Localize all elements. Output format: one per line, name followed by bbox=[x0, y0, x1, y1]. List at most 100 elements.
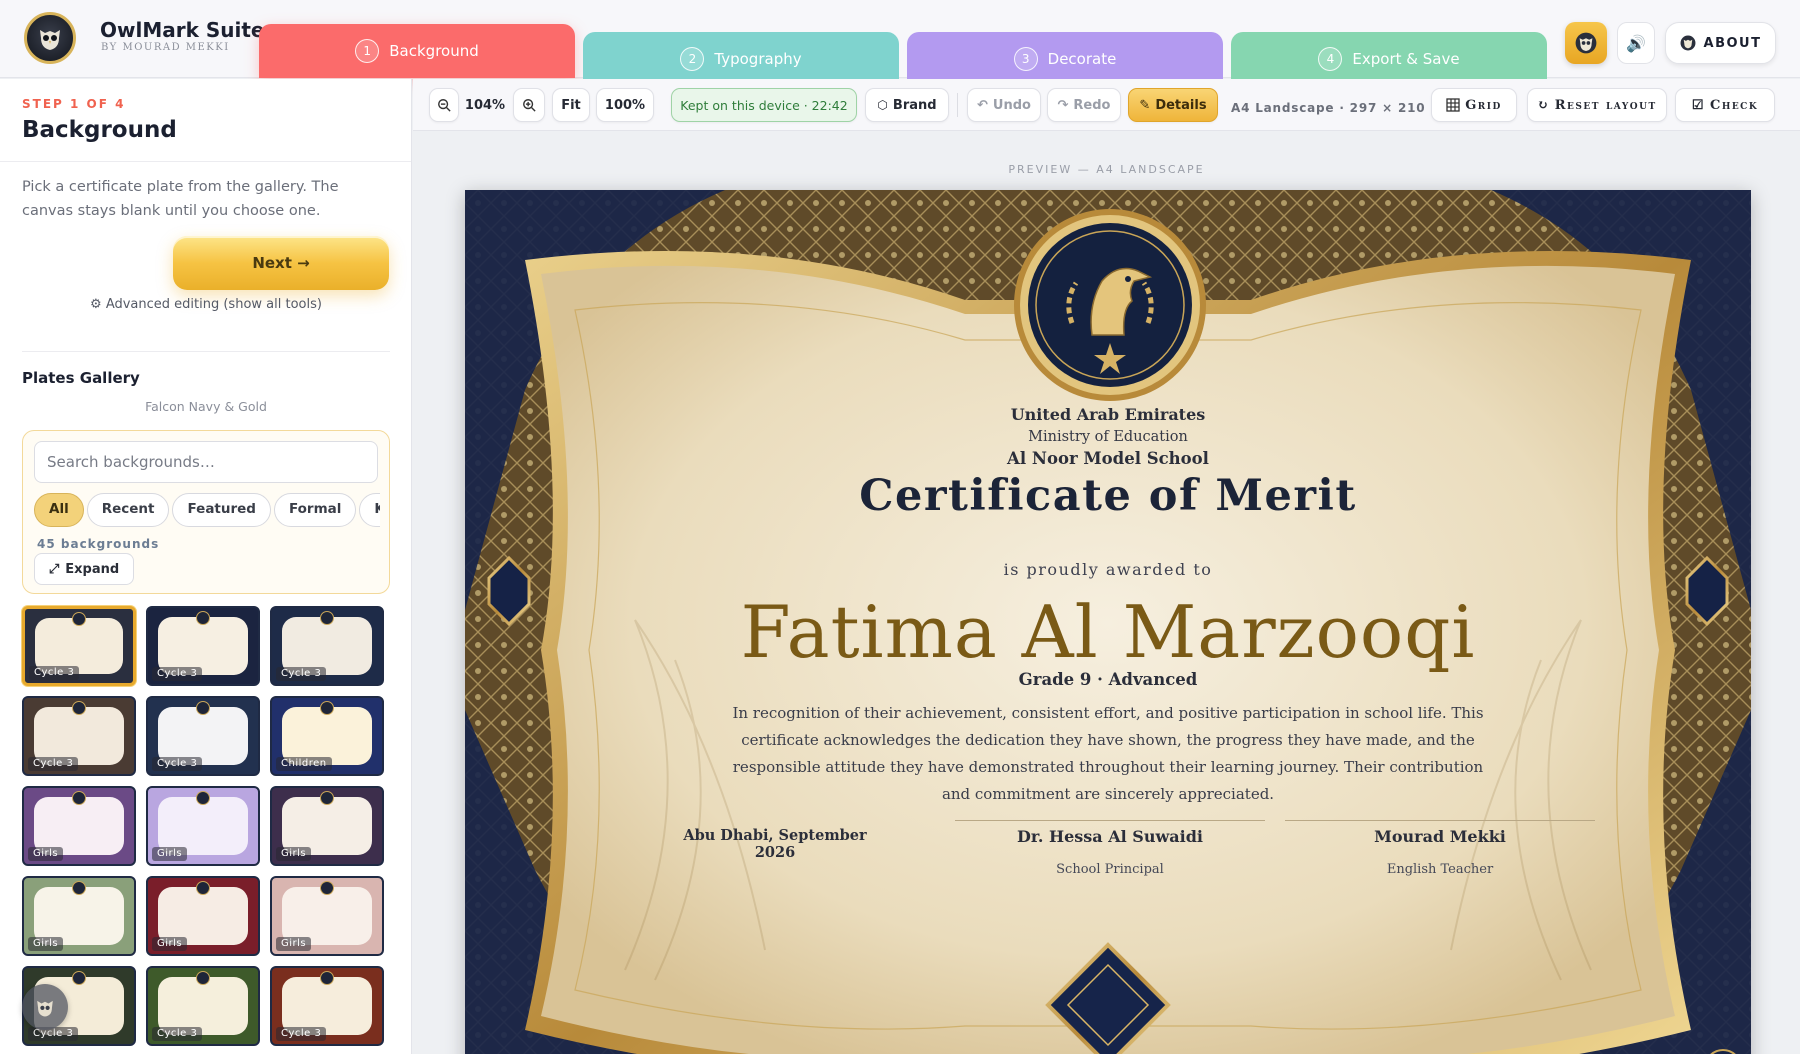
medal-icon bbox=[72, 791, 86, 805]
cert-signatory2-role[interactable]: English Teacher bbox=[1285, 862, 1595, 877]
plate-tag: Cycle 3 bbox=[276, 667, 327, 681]
plate-thumbnail[interactable]: Cycle 3 bbox=[22, 696, 136, 776]
tab-label: Export & Save bbox=[1352, 50, 1460, 68]
tab-typography[interactable]: 2 Typography bbox=[583, 32, 899, 86]
fit-button[interactable]: Fit bbox=[552, 88, 590, 122]
check-label: Check bbox=[1709, 97, 1759, 113]
owl-logo[interactable] bbox=[24, 12, 76, 64]
certificate-canvas[interactable]: United Arab Emirates Ministry of Educati… bbox=[465, 190, 1751, 1054]
next-button[interactable]: Next → bbox=[173, 236, 389, 290]
medal-icon bbox=[196, 971, 210, 985]
shield-icon: ⬡ bbox=[877, 98, 888, 112]
cert-title[interactable]: Certificate of Merit bbox=[465, 471, 1751, 521]
actual-size-button[interactable]: 100% bbox=[596, 88, 654, 122]
filter-chips: AllRecentFeaturedFormalKids bbox=[34, 493, 380, 529]
undo-button[interactable]: ↶ Undo bbox=[967, 88, 1041, 122]
app-byline: BY MOURAD MEKKI bbox=[101, 42, 230, 53]
search-panel: AllRecentFeaturedFormalKids 45 backgroun… bbox=[22, 430, 390, 594]
plate-thumbnail[interactable]: Children bbox=[270, 696, 384, 776]
plate-thumbnail[interactable]: Cycle 3 bbox=[270, 606, 384, 686]
filter-chip-featured[interactable]: Featured bbox=[172, 493, 271, 527]
reset-layout-button[interactable]: ↻ Reset layout bbox=[1527, 88, 1667, 122]
plate-thumbnail[interactable]: Girls bbox=[146, 786, 260, 866]
plate-thumbnail[interactable]: Cycle 3 bbox=[146, 606, 260, 686]
cert-signatory1-role[interactable]: School Principal bbox=[955, 862, 1265, 877]
cert-grade[interactable]: Grade 9 · Advanced bbox=[465, 670, 1751, 689]
plate-tag: Girls bbox=[28, 937, 64, 951]
plate-thumbnail[interactable]: Cycle 3 bbox=[270, 966, 384, 1046]
redo-button[interactable]: ↷ Redo bbox=[1047, 88, 1121, 122]
advanced-editing-link[interactable]: ⚙ Advanced editing (show all tools) bbox=[0, 297, 411, 312]
zoom-out-button[interactable] bbox=[429, 88, 459, 122]
filter-chip-all[interactable]: All bbox=[34, 493, 84, 527]
step-number: 2 bbox=[680, 47, 705, 71]
owl-mascot-button[interactable] bbox=[1565, 22, 1607, 64]
cert-signatory2-name[interactable]: Mourad Mekki bbox=[1285, 827, 1595, 846]
medal-icon bbox=[72, 612, 86, 626]
brand-button[interactable]: ⬡ Brand bbox=[865, 88, 949, 122]
plate-tag: Cycle 3 bbox=[152, 667, 203, 681]
filter-chip-recent[interactable]: Recent bbox=[86, 493, 170, 527]
filter-chip-kids[interactable]: Kids bbox=[359, 493, 380, 527]
cert-ministry[interactable]: Ministry of Education bbox=[465, 429, 1751, 445]
plate-tag: Cycle 3 bbox=[152, 1027, 203, 1041]
about-button[interactable]: ABOUT bbox=[1665, 22, 1776, 64]
falcon-emblem bbox=[1014, 209, 1206, 401]
reset-layout-label: Reset layout bbox=[1554, 97, 1657, 113]
owl-helper-button[interactable] bbox=[22, 984, 68, 1030]
cert-awarded-to[interactable]: is proudly awarded to bbox=[465, 560, 1751, 579]
canvas-toolbar: 104% Fit 100% Kept on this device · 22:4… bbox=[413, 79, 1800, 131]
redo-icon: ↷ bbox=[1057, 97, 1069, 113]
medal-icon bbox=[72, 971, 86, 985]
plate-tag: Cycle 3 bbox=[276, 1027, 327, 1041]
plate-thumbnail[interactable]: Cycle 3 bbox=[146, 696, 260, 776]
cert-recipient-name[interactable]: Fatima Al Marzooqi bbox=[465, 590, 1751, 674]
details-button[interactable]: ✎ Details bbox=[1128, 88, 1218, 122]
divider bbox=[22, 351, 390, 352]
medal-icon bbox=[320, 701, 334, 715]
tab-background[interactable]: 1 Background bbox=[259, 24, 575, 78]
search-input[interactable] bbox=[34, 441, 378, 483]
plate-thumbnail[interactable]: Cycle 3 bbox=[22, 606, 136, 686]
step-number: 3 bbox=[1013, 47, 1038, 71]
details-label: Details bbox=[1155, 97, 1207, 113]
cert-country[interactable]: United Arab Emirates bbox=[465, 405, 1751, 424]
cert-signatory1-name[interactable]: Dr. Hessa Al Suwaidi bbox=[955, 827, 1265, 846]
plate-tag: Girls bbox=[28, 847, 64, 861]
plate-thumbnail[interactable]: Girls bbox=[270, 786, 384, 866]
grid-toggle-button[interactable]: Grid bbox=[1431, 88, 1517, 122]
preview-label: PREVIEW — A4 LANDSCAPE bbox=[1008, 163, 1205, 176]
plate-tag: Girls bbox=[276, 847, 312, 861]
plate-tag: Girls bbox=[152, 937, 188, 951]
signature-line bbox=[955, 820, 1265, 821]
check-button[interactable]: ☑ Check bbox=[1675, 88, 1775, 122]
undo-icon: ↶ bbox=[977, 97, 988, 113]
filter-chip-formal[interactable]: Formal bbox=[273, 493, 357, 527]
expand-button[interactable]: ⤢ Expand bbox=[34, 553, 134, 585]
cert-school-name[interactable]: Al Noor Model School bbox=[465, 449, 1751, 468]
tab-decorate[interactable]: 3 Decorate bbox=[907, 32, 1223, 86]
plate-thumbnail[interactable]: Girls bbox=[22, 876, 136, 956]
plate-thumbnail[interactable]: Girls bbox=[22, 786, 136, 866]
medal-icon bbox=[196, 701, 210, 715]
zoom-in-button[interactable] bbox=[513, 88, 545, 122]
undo-label: Undo bbox=[992, 97, 1031, 113]
background-count: 45 backgrounds bbox=[37, 537, 160, 551]
plate-thumbnail[interactable]: Cycle 3 bbox=[146, 966, 260, 1046]
plate-tag: Children bbox=[276, 757, 332, 771]
medal-icon bbox=[320, 791, 334, 805]
plate-thumbnail[interactable]: Girls bbox=[270, 876, 384, 956]
plate-thumbnail[interactable]: Girls bbox=[146, 876, 260, 956]
tab-label: Decorate bbox=[1047, 50, 1117, 68]
tab-label: Typography bbox=[714, 50, 802, 68]
medal-icon bbox=[72, 881, 86, 895]
sound-button[interactable]: 🔊 bbox=[1617, 22, 1655, 64]
step-number: 4 bbox=[1318, 47, 1343, 71]
cert-place-date[interactable]: Abu Dhabi, September 2026 bbox=[675, 827, 875, 861]
tab-export-save[interactable]: 4 Export & Save bbox=[1231, 32, 1547, 86]
step-indicator: STEP 1 OF 4 bbox=[22, 97, 126, 111]
save-status-badge: Kept on this device · 22:42 bbox=[671, 88, 857, 122]
expand-icon: ⤢ bbox=[48, 561, 60, 577]
current-plate-name: Falcon Navy & Gold bbox=[145, 399, 267, 414]
cert-body-text[interactable]: In recognition of their achievement, con… bbox=[718, 700, 1498, 808]
